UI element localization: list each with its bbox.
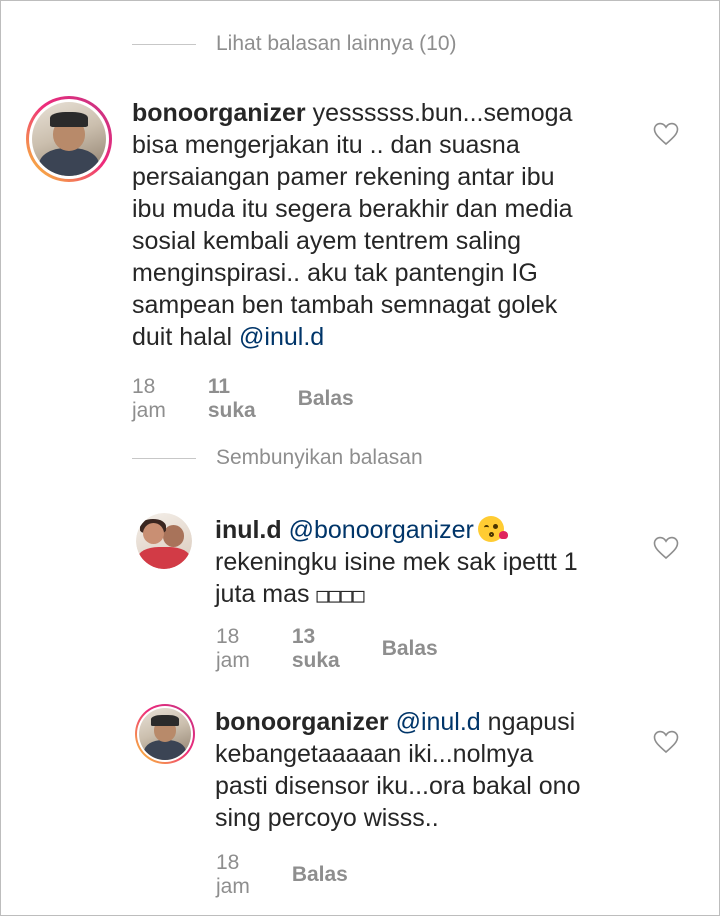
comment-text-line: persaiangan pamer rekening antar ibu: [132, 163, 555, 191]
comment-text-line: duit halal: [132, 323, 240, 351]
comment-body: bonoorganizer yessssss.bun...semoga bisa…: [132, 97, 632, 353]
reply-text-line: kebangetaaaaan iki...nolmya: [215, 740, 534, 768]
kissing-face-emoji-icon: [477, 516, 508, 542]
mention-link[interactable]: @inul.d: [396, 708, 481, 736]
hide-replies-label: Sembunyikan balasan: [216, 446, 423, 469]
comment-text-line: sosial kembali ayem tentrem saling: [132, 227, 522, 255]
reply-text-line: juta mas: [215, 580, 317, 608]
reply-timestamp: 18 jam: [216, 625, 250, 672]
reply-meta: 18 jam Balas: [216, 851, 390, 899]
view-more-replies-label: Lihat balasan lainnya (10): [216, 32, 457, 55]
reply-username[interactable]: bonoorganizer: [215, 708, 389, 736]
comment-text-line: bisa mengerjakan itu .. dan suasna: [132, 131, 520, 159]
comment-thread-panel: Lihat balasan lainnya (10) bonoorganizer…: [0, 0, 720, 916]
view-more-replies-button[interactable]: Lihat balasan lainnya (10): [132, 29, 457, 59]
comment-text-line: menginspirasi.. aku tak pantengin IG: [132, 259, 538, 287]
heart-icon[interactable]: [653, 536, 679, 560]
reply-text-line: sing percoyo wisss..: [215, 804, 439, 832]
mention-link[interactable]: @inul.d: [239, 323, 324, 351]
reply-timestamp: 18 jam: [216, 851, 250, 898]
comment-text-line: yessssss.bun...semoga: [312, 99, 573, 127]
reply-button[interactable]: Balas: [298, 387, 354, 411]
thread-divider-line: [132, 457, 196, 459]
avatar[interactable]: [136, 513, 192, 569]
avatar-photo: [136, 513, 192, 569]
reply-username[interactable]: inul.d: [215, 516, 282, 544]
reply-button[interactable]: Balas: [382, 637, 438, 661]
comment-username[interactable]: bonoorganizer: [132, 99, 306, 127]
avatar[interactable]: [135, 704, 195, 764]
comment-timestamp: 18 jam: [132, 375, 166, 422]
hide-replies-button[interactable]: Sembunyikan balasan: [132, 443, 423, 473]
unsupported-emoji-glyphs: □□□□: [316, 583, 365, 607]
avatar-photo: [139, 708, 191, 760]
comment-text-line: sampean ben tambah semnagat golek: [132, 291, 558, 319]
reply-meta: 18 jam 13 suka Balas: [216, 625, 480, 673]
reply-text-line: rekeningku isine mek sak ipettt 1: [215, 548, 578, 576]
avatar[interactable]: [26, 96, 112, 182]
likes-count-button[interactable]: 11 suka: [208, 375, 256, 423]
thread-divider-line: [132, 43, 196, 45]
comment-text-line: ibu muda itu segera berakhir dan media: [132, 195, 573, 223]
reply-body: inul.d @bonoorganizer rekeningku isine m…: [215, 514, 635, 611]
mention-link[interactable]: @bonoorganizer: [289, 516, 474, 544]
reply-body: bonoorganizer @inul.d ngapusi kebangetaa…: [215, 706, 635, 834]
avatar-photo: [32, 102, 106, 176]
heart-icon[interactable]: [653, 122, 679, 146]
likes-count-button[interactable]: 13 suka: [292, 625, 340, 673]
comment-meta: 18 jam 11 suka Balas: [132, 375, 396, 423]
reply-button[interactable]: Balas: [292, 863, 348, 887]
reply-text-line: pasti disensor iku...ora bakal ono: [215, 772, 581, 800]
reply-text-line: ngapusi: [480, 708, 576, 736]
heart-icon[interactable]: [653, 730, 679, 754]
